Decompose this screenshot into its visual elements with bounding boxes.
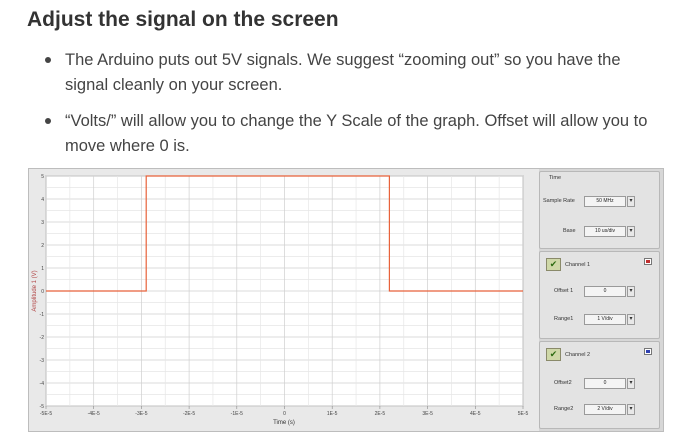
time-group: Time Sample Rate 50 MHz ▾ Base 10 us/div… xyxy=(539,171,660,249)
y-tick-label: 2 xyxy=(41,243,44,249)
offset-2-stepper[interactable]: ▾ xyxy=(627,378,635,389)
x-tick-label: 5E-5 xyxy=(518,411,529,417)
waveform-graph: 5 4 3 2 1 0 -1 -2 -3 -4 -5-5E-5 -4E-5 -3E-5 -2E-5 -1E-… xyxy=(29,169,539,431)
x-tick-label: -4E-5 xyxy=(88,411,100,417)
y-tick-label: 4 xyxy=(41,197,44,203)
channel-1-indicator-icon xyxy=(644,258,652,265)
base-field[interactable]: 10 us/div xyxy=(584,226,626,237)
y-tick-label: -5 xyxy=(40,404,45,410)
offset-2-field[interactable]: 0 xyxy=(584,378,626,389)
x-axis-label: Time (s) xyxy=(273,420,295,426)
y-tick-label: -2 xyxy=(40,335,45,341)
x-tick-label: -5E-5 xyxy=(40,411,52,417)
channel-1-group: ✔ Channel 1 Offset 1 0 ▾ Range1 1 V/div … xyxy=(539,251,660,339)
x-tick-label: 3E-5 xyxy=(422,411,433,417)
sample-rate-stepper[interactable]: ▾ xyxy=(627,196,635,207)
channel-2-label: Channel 2 xyxy=(565,352,591,358)
oscilloscope-panel: 5 4 3 2 1 0 -1 -2 -3 -4 -5 -5E-5 -4E-5 -3E-5 -2E-5 -1E-… xyxy=(28,168,664,432)
offset-1-field[interactable]: 0 xyxy=(584,286,626,297)
list-item: “Volts/” will allow you to change the Y … xyxy=(27,109,667,159)
range-1-label: Range1 xyxy=(554,316,574,322)
y-axis-label: Amplitude 1 (V) xyxy=(32,270,38,311)
base-stepper[interactable]: ▾ xyxy=(627,226,635,237)
section-heading: Adjust the signal on the screen xyxy=(27,8,339,31)
offset-1-stepper[interactable]: ▾ xyxy=(627,286,635,297)
y-tick-label: 3 xyxy=(41,220,44,226)
x-tick-label: -2E-5 xyxy=(183,411,195,417)
x-tick-label: -3E-5 xyxy=(135,411,147,417)
channel-2-group: ✔ Channel 2 Offset2 0 ▾ Range2 2 V/div ▾ xyxy=(539,341,660,429)
range-2-field[interactable]: 2 V/div xyxy=(584,404,626,415)
x-tick-label: 1E-5 xyxy=(327,411,338,417)
list-item: The Arduino puts out 5V signals. We sugg… xyxy=(27,48,667,98)
offset-1-label: Offset 1 xyxy=(554,288,574,294)
x-tick-label: 0 xyxy=(283,411,286,417)
y-tick-label: 1 xyxy=(41,266,44,272)
instruction-list: The Arduino puts out 5V signals. We sugg… xyxy=(27,48,667,170)
x-tick-label: 4E-5 xyxy=(470,411,481,417)
time-group-title: Time xyxy=(549,175,562,181)
y-tick-label: 5 xyxy=(41,174,44,180)
range-1-stepper[interactable]: ▾ xyxy=(627,314,635,325)
range-2-label: Range2 xyxy=(554,406,574,412)
channel-2-indicator-icon xyxy=(644,348,652,355)
offset-2-label: Offset2 xyxy=(554,380,572,386)
y-tick-label: -3 xyxy=(40,358,45,364)
x-tick-label: 2E-5 xyxy=(375,411,386,417)
channel-1-checkbox[interactable]: ✔ xyxy=(546,258,561,271)
base-label: Base xyxy=(563,228,576,234)
channel-1-label: Channel 1 xyxy=(565,262,591,268)
y-tick-label: 0 xyxy=(41,289,44,295)
range-1-field[interactable]: 1 V/div xyxy=(584,314,626,325)
range-2-stepper[interactable]: ▾ xyxy=(627,404,635,415)
channel-2-checkbox[interactable]: ✔ xyxy=(546,348,561,361)
y-tick-label: -1 xyxy=(40,312,45,318)
sample-rate-label: Sample Rate xyxy=(543,198,575,204)
x-tick-label: -1E-5 xyxy=(231,411,243,417)
y-tick-label: -4 xyxy=(40,381,45,387)
sample-rate-field[interactable]: 50 MHz xyxy=(584,196,626,207)
